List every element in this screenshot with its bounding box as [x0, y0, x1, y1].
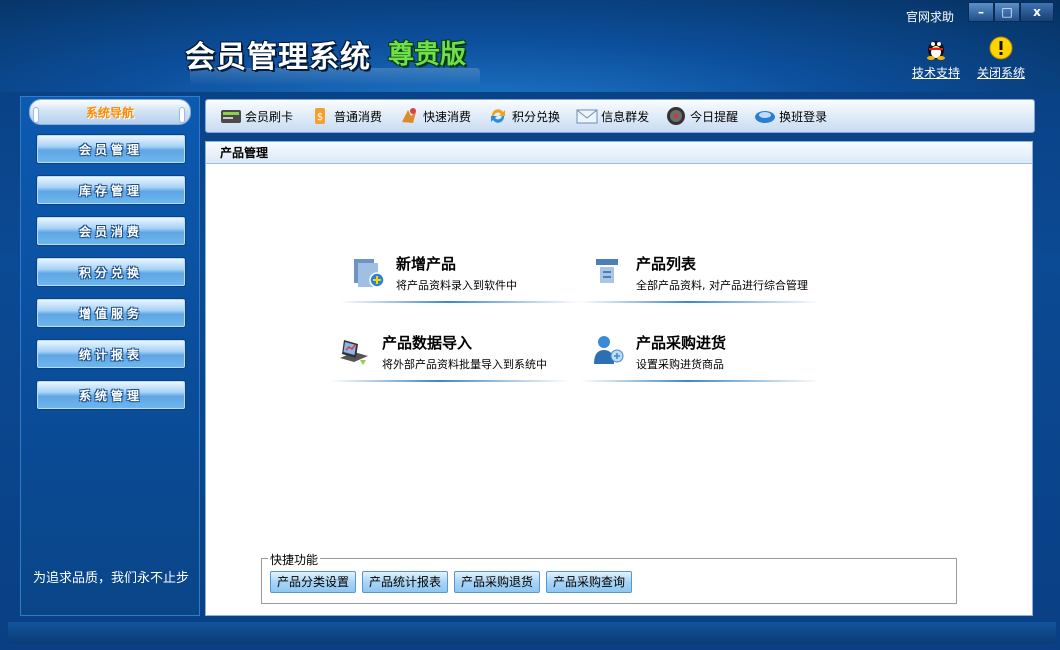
add-product-icon: [350, 253, 386, 289]
tech-support-button[interactable]: 技术支持: [908, 36, 964, 82]
nav-list: 会员管理 库存管理 会员消费 积分兑换 增值服务 统计报表 系统管理: [37, 135, 187, 422]
sidebar-item-points-exchange[interactable]: 积分兑换: [37, 258, 185, 286]
sidebar-item-member-management[interactable]: 会员管理: [37, 135, 185, 163]
header: 会员管理系统 尊贵版 官网求助 – □ x 技术支持 关闭系统: [0, 0, 1060, 92]
close-button[interactable]: x: [1020, 2, 1054, 22]
feature-product-purchase-title: 产品采购进货: [636, 334, 727, 352]
login-icon: [754, 106, 776, 126]
toolbar-shift-login-label: 换班登录: [779, 109, 828, 124]
feature-underline: [330, 380, 570, 382]
app-edition: 尊贵版: [388, 40, 467, 70]
feature-product-list[interactable]: 产品列表 全部产品资料, 对产品进行综合管理: [580, 241, 820, 303]
feature-product-purchase-desc: 设置采购进货商品: [636, 358, 724, 371]
exit-system-label: 关闭系统: [976, 66, 1025, 80]
toolbar-card-swipe[interactable]: 会员刷卡: [220, 106, 293, 126]
toolbar-shift-login[interactable]: 换班登录: [754, 106, 827, 126]
quick-product-report-button[interactable]: 产品统计报表: [362, 571, 449, 593]
feature-product-import-desc: 将外部产品资料批量导入到系统中: [382, 358, 547, 371]
maximize-button[interactable]: □: [994, 2, 1020, 22]
feature-product-import-title: 产品数据导入: [382, 334, 473, 352]
feature-add-product-desc: 将产品资料录入到软件中: [396, 279, 517, 292]
quick-purchase-query-button[interactable]: 产品采购查询: [546, 571, 633, 593]
feature-underline: [580, 301, 820, 303]
exchange-icon: [487, 106, 509, 126]
panel-title: 产品管理: [206, 142, 1032, 164]
sidebar: 系统导航 会员管理 库存管理 会员消费 积分兑换 增值服务 统计报表 系统管理 …: [20, 96, 200, 616]
toolbar-fast-consume-label: 快速消费: [423, 109, 472, 124]
main-panel: 产品管理 新增产品 将产品资料录入到软件中 产品列表 全部产品资料, 对产品进行…: [205, 141, 1033, 616]
app-window: 会员管理系统 尊贵版 官网求助 – □ x 技术支持 关闭系统 系统导航 会员管…: [0, 0, 1060, 650]
card-reader-icon: [220, 106, 242, 126]
import-icon: [336, 332, 372, 368]
mail-icon: [576, 106, 598, 126]
sidebar-item-value-added-services[interactable]: 增值服务: [37, 299, 185, 327]
footer-bar: [8, 622, 1056, 644]
feature-underline: [340, 301, 580, 303]
qq-penguin-icon: [924, 36, 948, 60]
feature-add-product-title: 新增产品: [396, 255, 457, 273]
quick-functions-group: 快捷功能 产品分类设置 产品统计报表 产品采购退货 产品采购查询: [261, 551, 957, 604]
purchase-icon: [590, 332, 626, 368]
product-list-icon: [590, 253, 626, 289]
toolbar-normal-consume[interactable]: $ 普通消费: [309, 106, 382, 126]
sidebar-item-system-management[interactable]: 系统管理: [37, 381, 185, 409]
minimize-button[interactable]: –: [968, 2, 994, 22]
toolbar-today-reminder-label: 今日提醒: [690, 109, 739, 124]
tech-support-label: 技术支持: [911, 66, 960, 80]
quick-functions-legend: 快捷功能: [268, 551, 321, 568]
money-icon: $: [309, 106, 331, 126]
toolbar-message-broadcast-label: 信息群发: [601, 109, 650, 124]
help-link[interactable]: 官网求助: [906, 8, 954, 25]
slogan: 为追求品质，我们永不止步: [33, 571, 190, 586]
nav-header-label: 系统导航: [85, 105, 134, 120]
toolbar: 会员刷卡 $ 普通消费 快速消费 积分兑换 信息群发 今日提醒 换班登录: [205, 99, 1035, 133]
quick-purchase-return-button[interactable]: 产品采购退货: [454, 571, 541, 593]
sidebar-item-member-consumption[interactable]: 会员消费: [37, 217, 185, 245]
app-title: 会员管理系统: [185, 40, 371, 75]
svg-text:$: $: [317, 112, 323, 123]
sidebar-item-inventory-management[interactable]: 库存管理: [37, 176, 185, 204]
feature-product-import[interactable]: 产品数据导入 将外部产品资料批量导入到系统中: [330, 320, 570, 382]
feature-product-list-title: 产品列表: [636, 255, 697, 273]
fast-consume-icon: [398, 106, 420, 126]
toolbar-points-exchange-label: 积分兑换: [512, 109, 561, 124]
toolbar-normal-consume-label: 普通消费: [334, 109, 383, 124]
toolbar-message-broadcast[interactable]: 信息群发: [576, 106, 649, 126]
clock-icon: [665, 106, 687, 126]
quick-product-category-button[interactable]: 产品分类设置: [270, 571, 357, 593]
warning-icon: [989, 36, 1013, 60]
sidebar-item-statistics-reports[interactable]: 统计报表: [37, 340, 185, 368]
nav-header: 系统导航: [29, 99, 191, 125]
nav-header-pin-right: [179, 107, 185, 123]
feature-product-purchase[interactable]: 产品采购进货 设置采购进货商品: [580, 320, 820, 382]
feature-product-list-desc: 全部产品资料, 对产品进行综合管理: [636, 279, 808, 292]
toolbar-fast-consume[interactable]: 快速消费: [398, 106, 471, 126]
exit-system-button[interactable]: 关闭系统: [973, 36, 1029, 82]
quick-functions-list: 产品分类设置 产品统计报表 产品采购退货 产品采购查询: [270, 571, 638, 593]
feature-add-product[interactable]: 新增产品 将产品资料录入到软件中: [340, 241, 580, 303]
nav-header-pin-left: [33, 107, 39, 123]
toolbar-card-swipe-label: 会员刷卡: [245, 109, 294, 124]
toolbar-points-exchange[interactable]: 积分兑换: [487, 106, 560, 126]
feature-underline: [580, 380, 820, 382]
toolbar-today-reminder[interactable]: 今日提醒: [665, 106, 738, 126]
